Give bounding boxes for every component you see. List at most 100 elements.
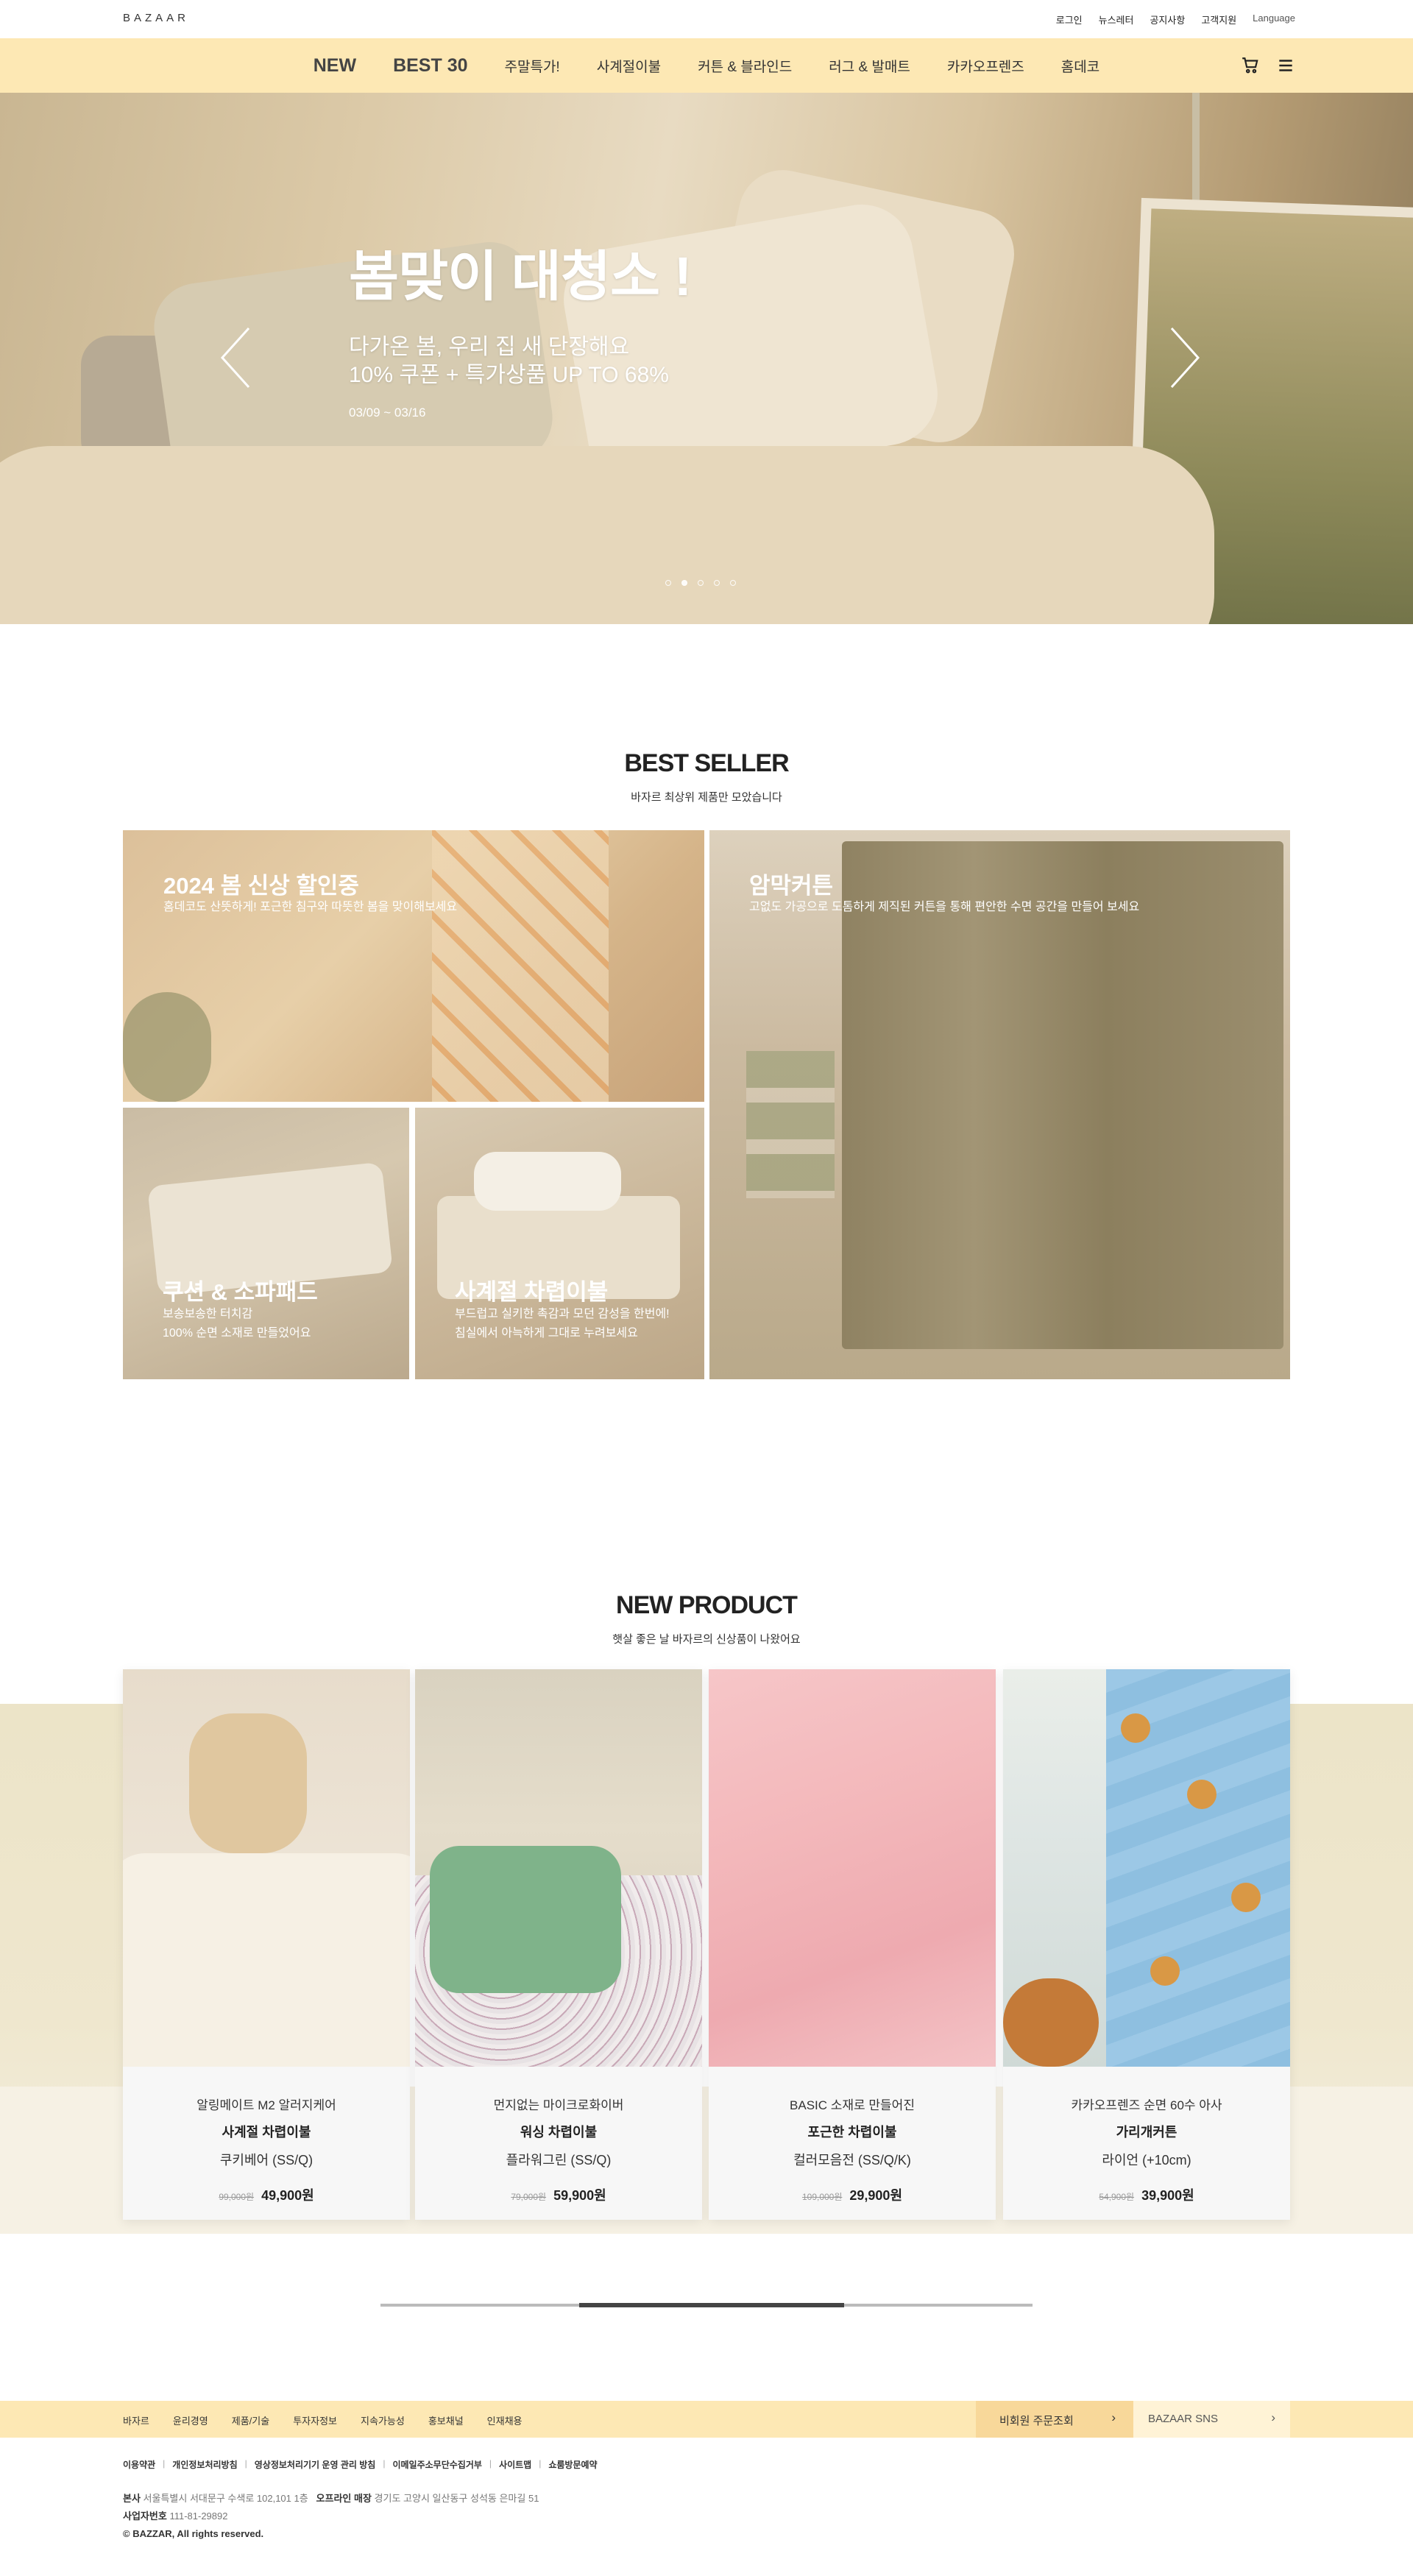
nav-item-bedding[interactable]: 사계절이불 bbox=[597, 56, 661, 76]
tile-desc: 보송보송한 터치감 100% 순면 소재로 만들었어요 bbox=[163, 1305, 311, 1343]
footer-link-bazaar[interactable]: 바자르 bbox=[123, 2413, 149, 2427]
product-scrollbar[interactable] bbox=[380, 2303, 1033, 2307]
product-bear-image bbox=[189, 1713, 307, 1853]
sns-label: BAZAAR SNS bbox=[1148, 2413, 1219, 2425]
best-tile-blackout-curtain[interactable]: 암막커튼 고없도 가공으로 도톰하게 제직된 커튼을 통해 편안한 수면 공간을… bbox=[709, 830, 1290, 1379]
product-pattern-image bbox=[1231, 1883, 1261, 1912]
product-card[interactable]: 알링메이트 M2 알러지케어 사계절 차렵이불 쿠키베어 (SS/Q) 99,0… bbox=[123, 1669, 410, 2220]
guest-order-button[interactable]: 비회원 주문조회 › bbox=[976, 2401, 1133, 2438]
tile-curtain-image bbox=[842, 841, 1283, 1349]
policy-privacy[interactable]: 개인정보처리방침 bbox=[172, 2458, 237, 2471]
product-name: 워싱 차렵이불 bbox=[520, 2125, 598, 2140]
policy-showroom[interactable]: 쇼룸방문예약 bbox=[548, 2458, 597, 2471]
tile-desc-line2: 침실에서 아늑하게 그대로 누려보세요 bbox=[455, 1327, 638, 1340]
address-line: 본사 서울특별시 서대문구 수색로 102,101 1층 오프라인 매장 경기도… bbox=[123, 2490, 539, 2508]
product-sale-price: 59,900원 bbox=[553, 2188, 606, 2203]
hq-address: 서울특별시 서대문구 수색로 102,101 1층 bbox=[143, 2493, 308, 2504]
product-name: 사계절 차렵이불 bbox=[222, 2125, 311, 2140]
chevron-left-icon bbox=[220, 327, 250, 389]
nav-item-best30[interactable]: BEST 30 bbox=[393, 55, 467, 77]
hero-next-button[interactable] bbox=[1163, 321, 1207, 394]
product-card[interactable]: 카카오프렌즈 순면 60수 아사 가리개커튼 라이언 (+10cm) 54,90… bbox=[1003, 1669, 1290, 2220]
nav-item-home-deco[interactable]: 홈데코 bbox=[1061, 56, 1099, 76]
footer-link-careers[interactable]: 인재채용 bbox=[487, 2413, 523, 2427]
main-nav: NEW BEST 30 주말특가! 사계절이불 커튼 & 블라인드 러그 & 발… bbox=[0, 38, 1413, 93]
utility-links: 로그인 뉴스레터 공지사항 고객지원 Language bbox=[1056, 13, 1295, 26]
product-price: 54,900원 39,900원 bbox=[1003, 2185, 1290, 2204]
product-sale-price: 39,900원 bbox=[1141, 2188, 1194, 2203]
policy-cctv[interactable]: 영상정보처리기기 운영 관리 방침 bbox=[255, 2458, 376, 2471]
best-tile-spring-sale[interactable]: 2024 봄 신상 할인중 홈데코도 산뜻하게! 포근한 침구와 따뜻한 봄을 … bbox=[123, 830, 704, 1102]
product-pattern-image bbox=[1150, 1956, 1180, 1986]
product-card[interactable]: 먼지없는 마이크로화이버 워싱 차렵이불 플라워그린 (SS/Q) 79,000… bbox=[415, 1669, 702, 2220]
nav-item-new[interactable]: NEW bbox=[314, 55, 356, 77]
hero-pagination-dot[interactable] bbox=[714, 580, 720, 586]
top-utility-bar: BAZAAR 로그인 뉴스레터 공지사항 고객지원 Language bbox=[0, 0, 1413, 38]
nav-item-curtains[interactable]: 커튼 & 블라인드 bbox=[698, 56, 792, 76]
hero-text: 봄맞이 대청소 ! 다가온 봄, 우리 집 새 단장해요 10% 쿠폰 + 특가… bbox=[349, 233, 692, 420]
product-price: 109,000원 29,900원 bbox=[709, 2185, 996, 2204]
product-info: 알링메이트 M2 알러지케어 사계절 차렵이불 쿠키베어 (SS/Q) 99,0… bbox=[123, 2067, 410, 2220]
product-price: 99,000원 49,900원 bbox=[123, 2185, 410, 2204]
product-info: BASIC 소재로 만들어진 포근한 차렵이불 컬러모음전 (SS/Q/K) 1… bbox=[709, 2067, 996, 2220]
logo[interactable]: BAZAAR bbox=[123, 12, 189, 24]
product-sale-price: 49,900원 bbox=[261, 2188, 314, 2203]
footer-link-ethics[interactable]: 윤리경영 bbox=[173, 2413, 208, 2427]
product-old-price: 54,900원 bbox=[1099, 2192, 1135, 2202]
best-tile-cushion-sofapad[interactable]: 쿠션 & 소파패드 보송보송한 터치감 100% 순면 소재로 만들었어요 bbox=[123, 1108, 409, 1379]
footer-bar: 바자르 윤리경영 제품/기술 투자자정보 지속가능성 홍보채널 인재채용 비회원… bbox=[0, 2401, 1413, 2438]
product-price: 79,000원 59,900원 bbox=[415, 2185, 702, 2204]
sns-button[interactable]: BAZAAR SNS › bbox=[1133, 2401, 1290, 2438]
copyright: © BAZZAR, All rights reserved. bbox=[123, 2528, 264, 2539]
hero-pagination-dot[interactable] bbox=[665, 580, 671, 586]
support-link[interactable]: 고객지원 bbox=[1201, 13, 1236, 26]
product-desc: 카카오프렌즈 순면 60수 아사 bbox=[1071, 2098, 1222, 2112]
product-desc: BASIC 소재로 만들어진 bbox=[790, 2098, 915, 2112]
policy-email[interactable]: 이메일주소무단수집거부 bbox=[392, 2458, 481, 2471]
product-info: 먼지없는 마이크로화이버 워싱 차렵이불 플라워그린 (SS/Q) 79,000… bbox=[415, 2067, 702, 2220]
store-address: 경기도 고양시 일산동구 성석동 은마길 51 bbox=[374, 2493, 539, 2504]
tile-title: 쿠션 & 소파패드 bbox=[163, 1279, 318, 1305]
hero-prev-button[interactable] bbox=[213, 321, 258, 394]
cart-icon[interactable] bbox=[1241, 56, 1260, 75]
hq-label: 본사 bbox=[123, 2493, 141, 2504]
tile-desc-line1: 부드럽고 실키한 촉감과 모던 감성을 한번에! bbox=[455, 1308, 670, 1320]
nav-item-rugs[interactable]: 러그 & 발매트 bbox=[829, 56, 910, 76]
hero-pagination-dot[interactable] bbox=[698, 580, 704, 586]
tile-plant-image bbox=[123, 992, 211, 1102]
product-old-price: 109,000원 bbox=[801, 2192, 843, 2202]
footer-link-sustainability[interactable]: 지속가능성 bbox=[361, 2413, 405, 2427]
chevron-right-icon: › bbox=[1271, 2410, 1275, 2424]
product-card[interactable]: BASIC 소재로 만들어진 포근한 차렵이불 컬러모음전 (SS/Q/K) 1… bbox=[709, 1669, 996, 2220]
menu-icon[interactable] bbox=[1276, 56, 1295, 75]
newsletter-link[interactable]: 뉴스레터 bbox=[1099, 13, 1134, 26]
product-image bbox=[123, 1669, 410, 2067]
chevron-right-icon: › bbox=[1111, 2410, 1116, 2424]
product-option: 컬러모음전 (SS/Q/K) bbox=[793, 2153, 911, 2168]
hero-pagination-dot[interactable] bbox=[730, 580, 736, 586]
biz-number: 111-81-29892 bbox=[169, 2510, 228, 2522]
tile-desc: 부드럽고 실키한 촉감과 모던 감성을 한번에! 침실에서 아늑하게 그대로 누… bbox=[455, 1305, 670, 1343]
tile-title: 암막커튼 bbox=[749, 873, 834, 899]
notice-link[interactable]: 공지사항 bbox=[1150, 13, 1185, 26]
language-link[interactable]: Language bbox=[1253, 13, 1295, 26]
product-pattern-image bbox=[1121, 1713, 1150, 1743]
best-tile-comforter[interactable]: 사계절 차렵이불 부드럽고 실키한 촉감과 모던 감성을 한번에! 침실에서 아… bbox=[415, 1108, 704, 1379]
footer-link-pr[interactable]: 홍보채널 bbox=[428, 2413, 464, 2427]
login-link[interactable]: 로그인 bbox=[1056, 13, 1083, 26]
new-product-title: NEW PRODUCT bbox=[616, 1591, 798, 1619]
footer-link-tech[interactable]: 제품/기술 bbox=[232, 2413, 269, 2427]
tile-title: 사계절 차렵이불 bbox=[455, 1279, 609, 1305]
nav-item-weekend-sale[interactable]: 주말특가! bbox=[505, 56, 560, 76]
product-option: 플라워그린 (SS/Q) bbox=[506, 2153, 612, 2168]
nav-item-kakao-friends[interactable]: 카카오프렌즈 bbox=[947, 56, 1024, 76]
product-sale-price: 29,900원 bbox=[849, 2188, 903, 2203]
policy-terms[interactable]: 이용약관 bbox=[123, 2458, 155, 2471]
policy-sitemap[interactable]: 사이트맵 bbox=[499, 2458, 531, 2471]
hero-pagination-dot[interactable] bbox=[681, 580, 687, 586]
best-seller-title: BEST SELLER bbox=[624, 749, 789, 777]
guest-order-label: 비회원 주문조회 bbox=[999, 2415, 1074, 2427]
hero-banner[interactable]: 봄맞이 대청소 ! 다가온 봄, 우리 집 새 단장해요 10% 쿠폰 + 특가… bbox=[0, 93, 1413, 624]
product-scrollbar-thumb[interactable] bbox=[579, 2303, 844, 2307]
footer-link-investor[interactable]: 투자자정보 bbox=[293, 2413, 337, 2427]
